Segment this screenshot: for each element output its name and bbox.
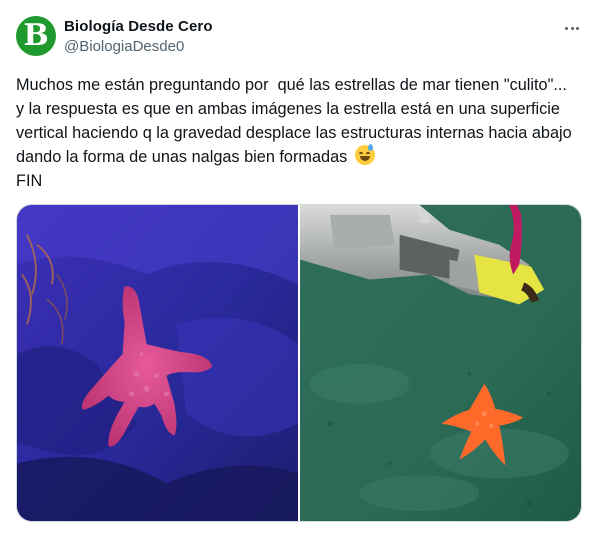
photo-left[interactable] <box>17 205 298 521</box>
tweet: B Biología Desde Cero @BiologiaDesde0 Mu… <box>0 0 590 537</box>
avatar[interactable]: B <box>16 16 56 56</box>
tweet-text: Muchos me están preguntando por qué las … <box>16 73 576 193</box>
tweet-body: Muchos me están preguntando por qué las … <box>16 76 577 166</box>
more-dots-icon[interactable] <box>560 18 584 38</box>
tweet-end: FIN <box>16 172 43 190</box>
user-handle[interactable]: @BiologiaDesde0 <box>64 37 184 57</box>
sweat-smile-emoji-icon <box>354 144 375 165</box>
media-grid <box>16 204 582 522</box>
avatar-logo: B <box>23 18 49 53</box>
display-name[interactable]: Biología Desde Cero <box>64 17 213 37</box>
photo-right[interactable] <box>300 205 581 521</box>
